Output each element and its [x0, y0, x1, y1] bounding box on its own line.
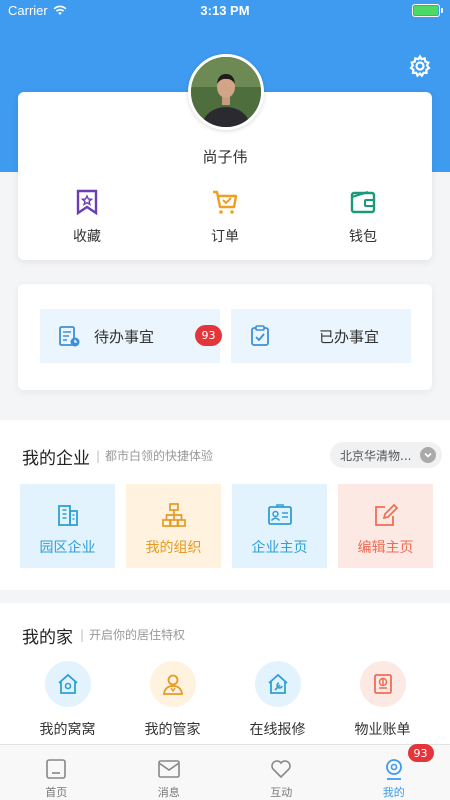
home-section: 我的家 开启你的居住特权 我的窝窝 我的管家 [0, 603, 450, 746]
status-bar: Carrier 3:13 PM [0, 0, 450, 22]
tab-home[interactable]: 首页 [0, 745, 113, 800]
tab-messages-label: 消息 [157, 786, 180, 799]
company-select-value: 北京华清物... [340, 448, 412, 463]
my-butler-icon-bg [149, 661, 196, 707]
my-nest-button[interactable]: 我的窝窝 [15, 661, 120, 739]
butler-icon [162, 674, 183, 695]
orders-button[interactable]: 订单 [156, 188, 294, 246]
wallet-label: 钱包 [349, 229, 377, 245]
my-nest-label: 我的窝窝 [39, 722, 96, 738]
profile-tab-icon [385, 759, 402, 780]
enterprise-homepage-label: 企业主页 [251, 540, 308, 556]
home-subtitle: 开启你的居住特权 [80, 626, 185, 643]
heart-tab-icon [271, 760, 292, 779]
pending-tasks-label: 待办事宜 [94, 327, 155, 346]
favorites-label: 收藏 [73, 229, 101, 245]
message-tab-icon [157, 760, 180, 778]
tab-notification-badge: 93 [407, 744, 434, 762]
park-enterprise-tile[interactable]: 园区企业 [20, 484, 115, 568]
battery-icon [412, 4, 443, 17]
avatar-photo [191, 57, 261, 127]
tab-interaction-label: 互动 [270, 786, 293, 799]
online-repair-label: 在线报修 [249, 722, 306, 738]
online-repair-icon-bg [254, 661, 301, 707]
pending-tasks-button[interactable]: 待办事宜 93 [40, 309, 222, 363]
property-bill-button[interactable]: 物业账单 [330, 661, 435, 739]
enterprise-subtitle: 都市白领的快捷体验 [96, 447, 213, 464]
enterprise-title: 我的企业 [22, 449, 90, 469]
my-organization-tile[interactable]: 我的组织 [126, 484, 221, 568]
shopping-cart-icon [213, 190, 238, 214]
bill-icon [373, 674, 392, 694]
pending-task-icon [59, 326, 80, 347]
pending-count-badge: 93 [195, 325, 222, 346]
tasks-card: 待办事宜 93 已办事宜 [18, 284, 432, 390]
completed-tasks-label: 已办事宜 [319, 327, 380, 346]
property-bill-icon-bg [359, 661, 406, 707]
favorites-button[interactable]: 收藏 [18, 188, 156, 246]
tab-mine[interactable]: 我的 93 [338, 744, 450, 800]
house-icon [57, 673, 78, 694]
park-enterprise-label: 园区企业 [39, 540, 96, 556]
repair-icon [267, 673, 288, 694]
online-repair-button[interactable]: 在线报修 [225, 661, 330, 739]
settings-gear-icon[interactable] [408, 54, 432, 78]
my-butler-button[interactable]: 我的管家 [120, 661, 225, 739]
edit-icon [374, 503, 398, 526]
home-tab-icon [46, 759, 67, 779]
home-services: 我的窝窝 我的管家 在线报修 物业账单 [0, 661, 450, 739]
username: 尚子伟 [202, 148, 248, 166]
tab-mine-label: 我的 [382, 786, 405, 799]
wallet-icon [350, 190, 376, 214]
bookmark-star-icon [76, 189, 98, 216]
edit-homepage-tile[interactable]: 编辑主页 [338, 484, 433, 568]
chevron-down-icon [420, 447, 436, 463]
orders-label: 订单 [211, 229, 239, 245]
edit-homepage-label: 编辑主页 [357, 540, 414, 556]
home-title: 我的家 [22, 628, 73, 648]
completed-task-icon [251, 325, 269, 346]
company-select[interactable]: 北京华清物... [330, 442, 442, 468]
wallet-button[interactable]: 钱包 [294, 188, 432, 246]
tab-messages[interactable]: 消息 [113, 745, 226, 800]
my-butler-label: 我的管家 [144, 722, 201, 738]
avatar[interactable] [188, 54, 264, 130]
quick-actions: 收藏 订单 钱包 [18, 188, 432, 246]
tab-bar: 首页 消息 互动 我的 93 [0, 744, 450, 800]
my-organization-label: 我的组织 [145, 540, 202, 556]
enterprise-section: 我的企业 都市白领的快捷体验 北京华清物... 园区企业 我的组织 [0, 420, 450, 590]
enterprise-homepage-tile[interactable]: 企业主页 [232, 484, 327, 568]
my-nest-icon-bg [44, 661, 91, 707]
building-icon [57, 505, 78, 526]
enterprise-tiles: 园区企业 我的组织 企业主页 编辑主页 [20, 484, 433, 568]
status-time: 3:13 PM [200, 3, 250, 18]
org-chart-icon [161, 503, 186, 527]
id-card-icon [267, 504, 292, 525]
tab-home-label: 首页 [45, 786, 68, 799]
property-bill-label: 物业账单 [354, 722, 411, 738]
tab-interaction[interactable]: 互动 [225, 745, 338, 800]
completed-tasks-button[interactable]: 已办事宜 [231, 309, 411, 363]
